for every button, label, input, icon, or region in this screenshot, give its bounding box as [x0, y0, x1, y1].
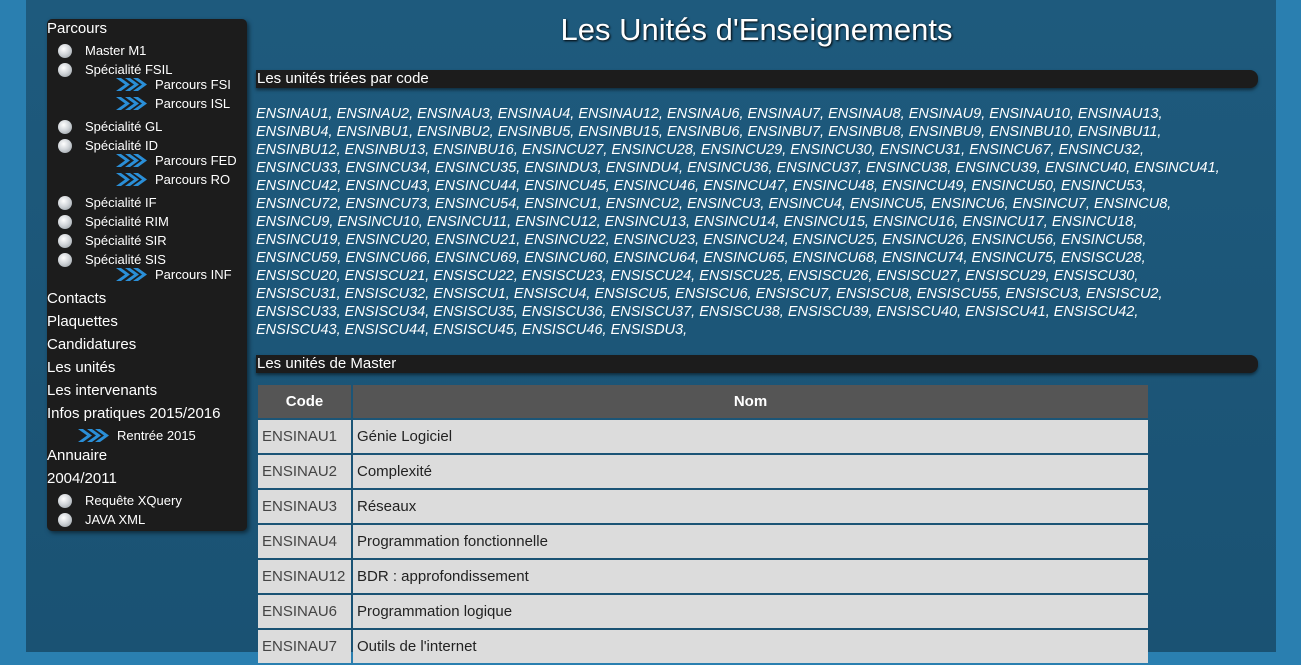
menu-label: Spécialité GL	[85, 119, 163, 134]
table-row: ENSINAU3 Réseaux	[258, 490, 1148, 523]
chevron-right-icon	[116, 154, 147, 167]
chevron-right-icon	[116, 268, 147, 281]
menu-annuaire[interactable]: Annuaire	[47, 446, 107, 466]
menu-les-unites[interactable]: Les unités	[47, 358, 115, 378]
cell-code[interactable]: ENSINAU3	[258, 490, 351, 523]
menu-requete-xquery[interactable]: Requête XQuery	[58, 491, 182, 510]
codes-line[interactable]: ENSINCU72, ENSINCU73, ENSINCU54, ENSINCU…	[256, 195, 1246, 213]
menu-specialite-gl[interactable]: Spécialité GL	[58, 117, 162, 136]
menu-label: Spécialité SIR	[85, 233, 167, 248]
menu-java-xml[interactable]: JAVA XML	[58, 510, 145, 529]
menu-plaquettes[interactable]: Plaquettes	[47, 312, 118, 332]
codes-line[interactable]: ENSINCU42, ENSINCU43, ENSINCU44, ENSINCU…	[256, 177, 1246, 195]
chevron-right-icon	[116, 173, 147, 186]
menu-label: Requête XQuery	[85, 493, 182, 508]
menu-label: Parcours ISL	[155, 96, 231, 111]
bullet-icon	[58, 138, 72, 153]
cell-code[interactable]: ENSINAU12	[258, 560, 351, 593]
codes-line[interactable]: ENSINCU19, ENSINCU20, ENSINCU21, ENSINCU…	[256, 231, 1246, 249]
menu-label: JAVA XML	[85, 512, 146, 527]
cell-nom: Réseaux	[353, 490, 1148, 523]
cell-nom: Programmation logique	[353, 595, 1148, 628]
sidebar-menu: Parcours Master M1 Spécialité FSIL Parco…	[47, 19, 247, 531]
menu-parcours-fed[interactable]: Parcours FED	[116, 151, 237, 170]
cell-nom: Outils de l'internet	[353, 630, 1148, 663]
menu-contacts[interactable]: Contacts	[47, 289, 106, 309]
cell-nom: Complexité	[353, 455, 1148, 488]
menu-label: Spécialité IF	[85, 195, 157, 210]
cell-nom: Génie Logiciel	[353, 420, 1148, 453]
cell-code[interactable]: ENSINAU1	[258, 420, 351, 453]
codes-list: ENSINAU1, ENSINAU2, ENSINAU3, ENSINAU4, …	[256, 105, 1246, 339]
menu-les-intervenants[interactable]: Les intervenants	[47, 381, 157, 401]
menu-parcours-inf[interactable]: Parcours INF	[116, 265, 232, 284]
section-header-master: Les unités de Master	[256, 355, 1258, 373]
table-row: ENSINAU6 Programmation logique	[258, 595, 1148, 628]
bullet-icon	[58, 214, 72, 229]
bullet-icon	[58, 119, 72, 134]
menu-label: Rentrée 2015	[117, 428, 196, 443]
table-row: ENSINAU4 Programmation fonctionnelle	[258, 525, 1148, 558]
menu-label: Parcours INF	[155, 267, 232, 282]
cell-nom: BDR : approfondissement	[353, 560, 1148, 593]
table-row: ENSINAU1 Génie Logiciel	[258, 420, 1148, 453]
chevron-right-icon	[78, 429, 109, 442]
codes-line[interactable]: ENSINAU1, ENSINAU2, ENSINAU3, ENSINAU4, …	[256, 105, 1246, 123]
menu-label: Parcours FED	[155, 153, 237, 168]
table-row: ENSINAU12 BDR : approfondissement	[258, 560, 1148, 593]
menu-rentree-2015[interactable]: Rentrée 2015	[78, 426, 196, 445]
bullet-icon	[58, 252, 72, 267]
bullet-icon	[58, 43, 72, 58]
cell-code[interactable]: ENSINAU2	[258, 455, 351, 488]
menu-parcours[interactable]: Parcours	[47, 19, 107, 39]
chevron-right-icon	[116, 78, 147, 91]
cell-code[interactable]: ENSINAU6	[258, 595, 351, 628]
menu-specialite-if[interactable]: Spécialité IF	[58, 193, 157, 212]
menu-parcours-ro[interactable]: Parcours RO	[116, 170, 230, 189]
page-title: Les Unités d'Enseignements	[560, 12, 953, 47]
bullet-icon	[58, 62, 72, 77]
codes-line[interactable]: ENSINCU9, ENSINCU10, ENSINCU11, ENSINCU1…	[256, 213, 1246, 231]
table-header-row: Code Nom	[258, 385, 1148, 418]
codes-line[interactable]: ENSINBU4, ENSINBU1, ENSINBU2, ENSINBU5, …	[256, 123, 1246, 141]
cell-code[interactable]: ENSINAU7	[258, 630, 351, 663]
section-header-codes: Les unités triées par code	[256, 70, 1258, 88]
menu-master-m1[interactable]: Master M1	[58, 41, 146, 60]
menu-parcours-isl[interactable]: Parcours ISL	[116, 94, 230, 113]
menu-specialite-sir[interactable]: Spécialité SIR	[58, 231, 167, 250]
codes-line[interactable]: ENSINBU12, ENSINBU13, ENSINBU16, ENSINCU…	[256, 141, 1246, 159]
codes-line[interactable]: ENSINCU59, ENSINCU66, ENSINCU69, ENSINCU…	[256, 249, 1246, 267]
bullet-icon	[58, 493, 72, 508]
codes-line[interactable]: ENSISCU31, ENSISCU32, ENSISCU1, ENSISCU4…	[256, 285, 1246, 303]
cell-code[interactable]: ENSINAU4	[258, 525, 351, 558]
codes-line[interactable]: ENSINCU33, ENSINCU34, ENSINCU35, ENSINDU…	[256, 159, 1246, 177]
menu-specialite-rim[interactable]: Spécialité RIM	[58, 212, 169, 231]
menu-label: Spécialité RIM	[85, 214, 169, 229]
table-row: ENSINAU7 Outils de l'internet	[258, 630, 1148, 663]
codes-line[interactable]: ENSISCU43, ENSISCU44, ENSISCU45, ENSISCU…	[256, 321, 1246, 339]
bullet-icon	[58, 512, 72, 527]
bullet-icon	[58, 195, 72, 210]
page-container: Parcours Master M1 Spécialité FSIL Parco…	[26, 0, 1276, 663]
codes-line[interactable]: ENSISCU20, ENSISCU21, ENSISCU22, ENSISCU…	[256, 267, 1246, 285]
menu-infos-pratiques[interactable]: Infos pratiques 2015/2016	[47, 404, 220, 424]
table-row: ENSINAU2 Complexité	[258, 455, 1148, 488]
codes-line[interactable]: ENSISCU33, ENSISCU34, ENSISCU35, ENSISCU…	[256, 303, 1246, 321]
units-table: Code Nom ENSINAU1 Génie Logiciel ENSINAU…	[256, 383, 1150, 665]
chevron-right-icon	[116, 97, 147, 110]
bullet-icon	[58, 233, 72, 248]
menu-parcours-fsi[interactable]: Parcours FSI	[116, 75, 231, 94]
menu-label: Parcours FSI	[155, 77, 231, 92]
column-header-code: Code	[258, 385, 351, 418]
menu-candidatures[interactable]: Candidatures	[47, 335, 136, 355]
column-header-nom: Nom	[353, 385, 1148, 418]
menu-label: Master M1	[85, 43, 147, 58]
menu-2004-2011[interactable]: 2004/2011	[47, 469, 117, 489]
menu-label: Parcours RO	[155, 172, 231, 187]
cell-nom: Programmation fonctionnelle	[353, 525, 1148, 558]
